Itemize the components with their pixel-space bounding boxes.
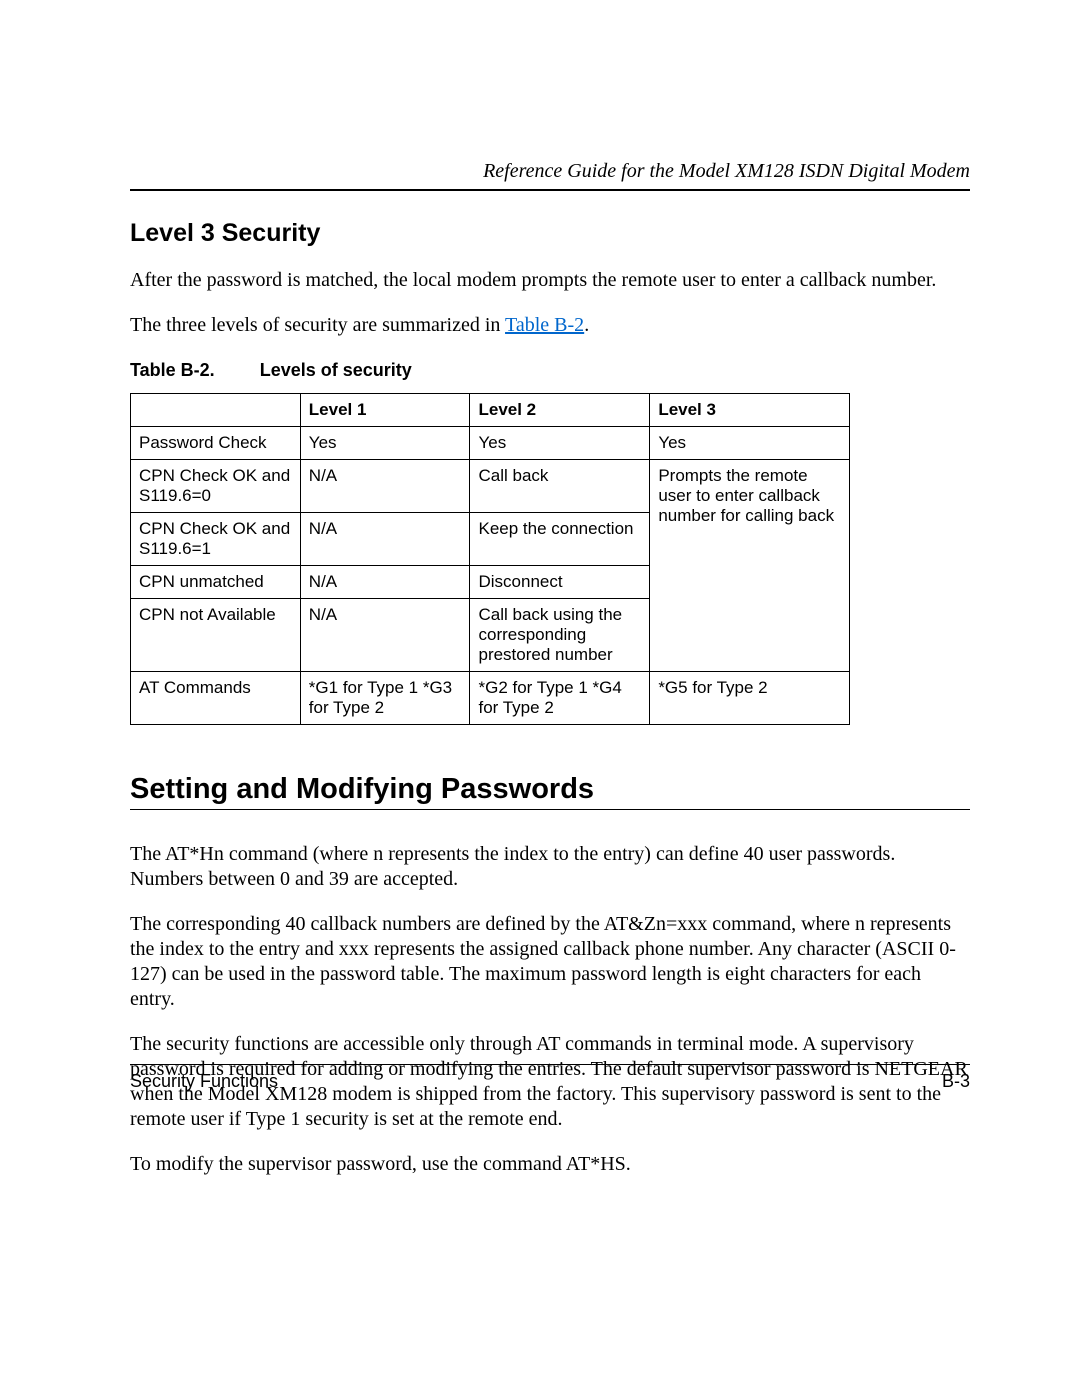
table-cell: Keep the connection bbox=[470, 513, 650, 566]
table-caption-number: Table B-2. bbox=[130, 360, 215, 381]
table-cell: AT Commands bbox=[131, 672, 301, 725]
footer-page-number: B-3 bbox=[942, 1071, 970, 1092]
document-running-header: Reference Guide for the Model XM128 ISDN… bbox=[130, 160, 970, 183]
table-header-cell: Level 1 bbox=[300, 394, 470, 427]
section-heading-setting-passwords: Setting and Modifying Passwords bbox=[130, 773, 970, 806]
table-cell: *G5 for Type 2 bbox=[650, 672, 850, 725]
table-cell: Disconnect bbox=[470, 566, 650, 599]
table-cell: CPN unmatched bbox=[131, 566, 301, 599]
table-cell: Yes bbox=[650, 427, 850, 460]
text-run: The three levels of security are summari… bbox=[130, 314, 505, 336]
paragraph: After the password is matched, the local… bbox=[130, 268, 970, 293]
footer-section-name: Security Functions bbox=[130, 1071, 278, 1092]
paragraph: To modify the supervisor password, use t… bbox=[130, 1152, 970, 1177]
table-header-cell bbox=[131, 394, 301, 427]
table-row: Password Check Yes Yes Yes bbox=[131, 427, 850, 460]
table-cell: Yes bbox=[300, 427, 470, 460]
table-header-row: Level 1 Level 2 Level 3 bbox=[131, 394, 850, 427]
table-cell: N/A bbox=[300, 599, 470, 672]
page-footer: Security Functions B-3 bbox=[130, 1064, 970, 1092]
table-caption-title: Levels of security bbox=[260, 360, 412, 380]
levels-of-security-table: Level 1 Level 2 Level 3 Password Check Y… bbox=[130, 393, 850, 725]
table-cell: *G1 for Type 1 *G3 for Type 2 bbox=[300, 672, 470, 725]
table-header-cell: Level 3 bbox=[650, 394, 850, 427]
table-cell: CPN Check OK and S119.6=1 bbox=[131, 513, 301, 566]
paragraph: The three levels of security are summari… bbox=[130, 313, 970, 338]
paragraph: The AT*Hn command (where n represents th… bbox=[130, 842, 970, 892]
table-header-cell: Level 2 bbox=[470, 394, 650, 427]
table-cell: Prompts the remote user to enter callbac… bbox=[650, 460, 850, 672]
section-heading-level3-security: Level 3 Security bbox=[130, 219, 970, 248]
table-cell: Yes bbox=[470, 427, 650, 460]
table-b2-link[interactable]: Table B-2 bbox=[505, 314, 584, 336]
table-cell: Call back using the corresponding presto… bbox=[470, 599, 650, 672]
table-cell: Call back bbox=[470, 460, 650, 513]
table-cell: CPN not Available bbox=[131, 599, 301, 672]
footer-divider bbox=[130, 1064, 970, 1065]
heading-divider bbox=[130, 809, 970, 810]
table-cell: *G2 for Type 1 *G4 for Type 2 bbox=[470, 672, 650, 725]
table-cell: CPN Check OK and S119.6=0 bbox=[131, 460, 301, 513]
table-cell: N/A bbox=[300, 460, 470, 513]
paragraph: The corresponding 40 callback numbers ar… bbox=[130, 912, 970, 1012]
table-cell: N/A bbox=[300, 566, 470, 599]
table-cell: N/A bbox=[300, 513, 470, 566]
table-row: CPN Check OK and S119.6=0 N/A Call back … bbox=[131, 460, 850, 513]
header-divider bbox=[130, 189, 970, 191]
table-cell: Password Check bbox=[131, 427, 301, 460]
text-run: . bbox=[584, 314, 589, 336]
table-caption: Table B-2. Levels of security bbox=[130, 360, 970, 381]
table-row: AT Commands *G1 for Type 1 *G3 for Type … bbox=[131, 672, 850, 725]
